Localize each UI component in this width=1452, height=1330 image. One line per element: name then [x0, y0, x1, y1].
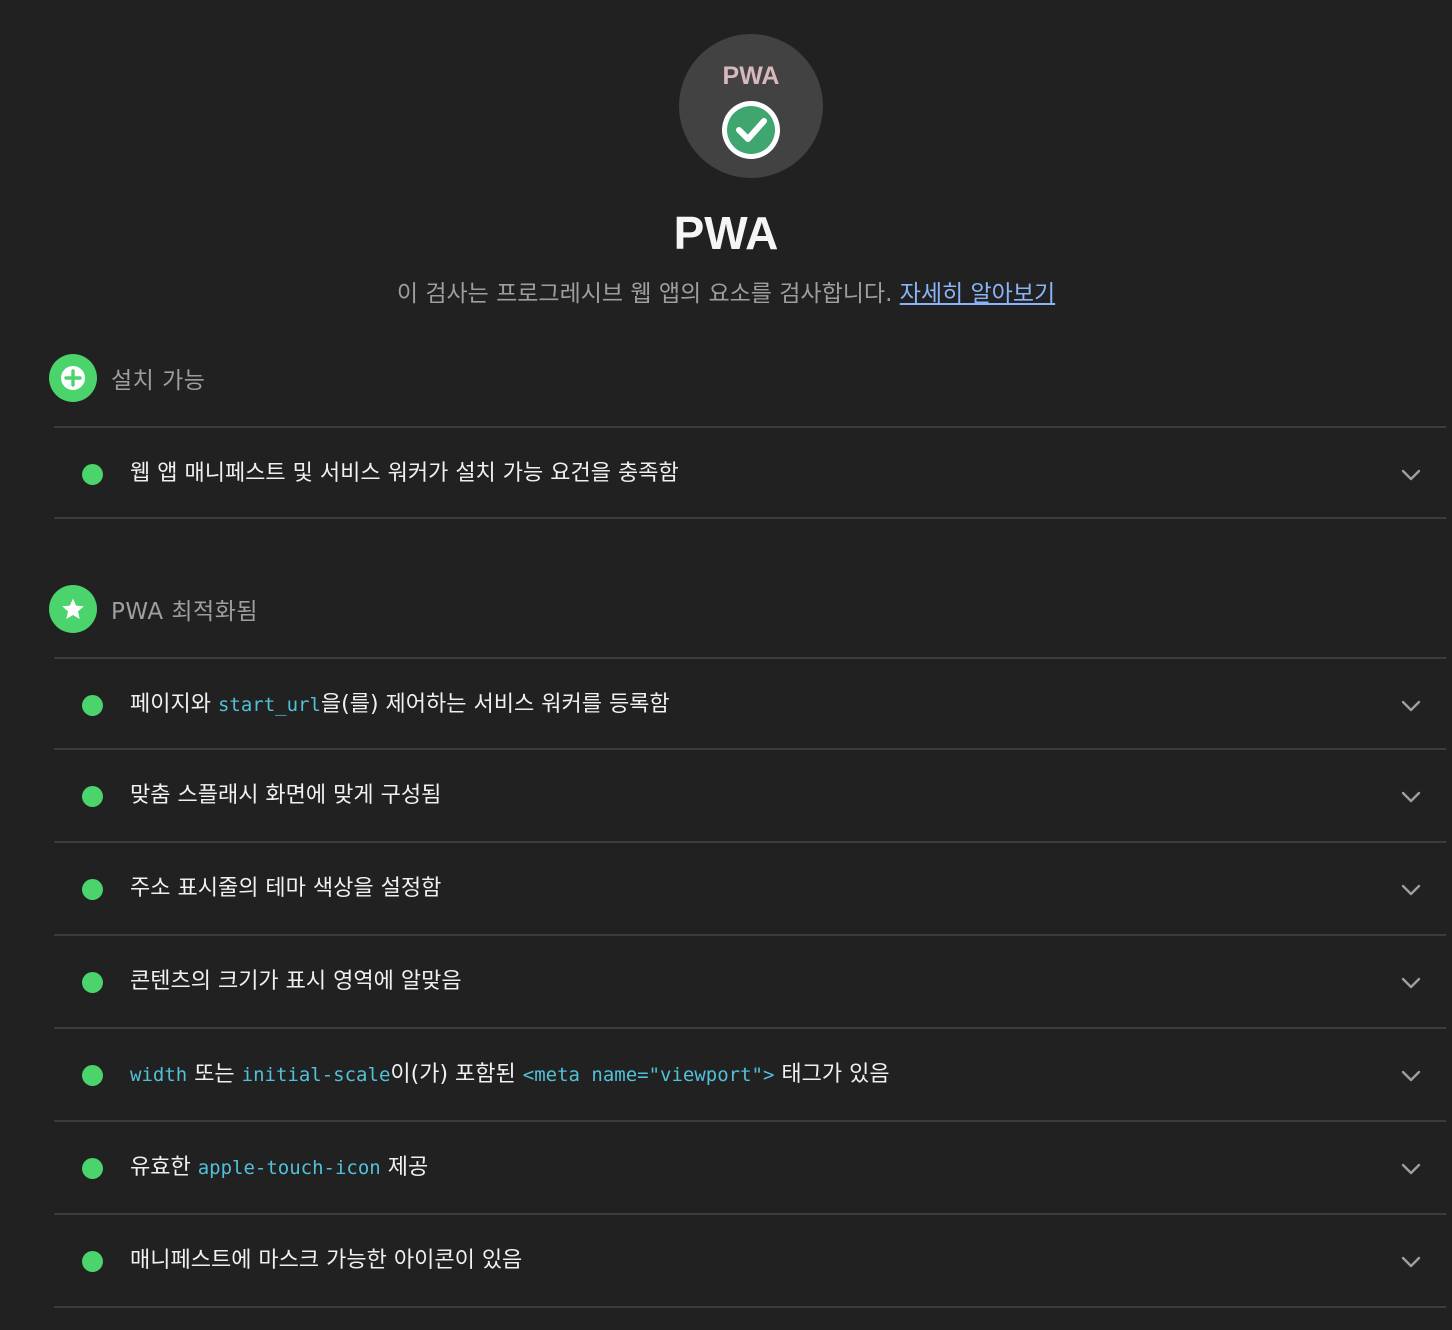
chevron-down-icon[interactable]: [1400, 695, 1422, 717]
audit-title: 주소 표시줄의 테마 색상을 설정함: [130, 876, 442, 901]
pass-indicator: [82, 1158, 103, 1179]
group-title: 설치 가능: [111, 368, 206, 394]
audit-title: 콘텐츠의 크기가 표시 영역에 알맞음: [130, 969, 462, 994]
audit-title: 유효한 apple-touch-icon 제공: [130, 1155, 429, 1180]
plus-circle-icon: [49, 354, 97, 402]
audit-title: 웹 앱 매니페스트 및 서비스 워커가 설치 가능 요건을 충족함: [130, 461, 679, 486]
chevron-down-icon[interactable]: [1400, 1065, 1422, 1087]
chevron-down-icon[interactable]: [1400, 1158, 1422, 1180]
audit-title: 페이지와 start_url을(를) 제어하는 서비스 워커를 등록함: [130, 692, 670, 717]
audit-title: width 또는 initial-scale이(가) 포함된 <meta nam…: [130, 1062, 890, 1087]
audit-row[interactable]: 콘텐츠의 크기가 표시 영역에 알맞음: [54, 936, 1446, 1029]
star-circle-icon: [49, 585, 97, 633]
group-title: PWA 최적화됨: [111, 599, 259, 625]
pass-indicator: [82, 1065, 103, 1086]
pass-indicator: [82, 972, 103, 993]
audit-row[interactable]: 페이지와 start_url을(를) 제어하는 서비스 워커를 등록함: [54, 657, 1446, 750]
chevron-down-icon[interactable]: [1400, 786, 1422, 808]
group-pwa-optimized: PWA 최적화됨: [49, 585, 258, 633]
pass-indicator: [82, 879, 103, 900]
pass-indicator: [82, 464, 103, 485]
chevron-down-icon[interactable]: [1400, 879, 1422, 901]
audit-row[interactable]: width 또는 initial-scale이(가) 포함된 <meta nam…: [54, 1029, 1446, 1122]
audit-row[interactable]: 매니페스트에 마스크 가능한 아이콘이 있음: [54, 1215, 1446, 1308]
check-circle-icon: [727, 106, 775, 154]
pwa-logo-icon: PWA: [722, 62, 780, 159]
chevron-down-icon[interactable]: [1400, 972, 1422, 994]
group-installable: 설치 가능: [49, 354, 205, 402]
audit-row[interactable]: 유효한 apple-touch-icon 제공: [54, 1122, 1446, 1215]
pass-indicator: [82, 695, 103, 716]
audit-title: 맞춤 스플래시 화면에 맞게 구성됨: [130, 783, 442, 808]
pwa-gauge: PWA: [679, 34, 823, 178]
gauge-logo-text: PWA: [723, 62, 780, 90]
audit-row[interactable]: 주소 표시줄의 테마 색상을 설정함: [54, 843, 1446, 936]
learn-more-link[interactable]: 자세히 알아보기: [900, 281, 1055, 307]
pass-indicator: [82, 1251, 103, 1272]
pass-indicator: [82, 786, 103, 807]
category-description: 이 검사는 프로그레시브 웹 앱의 요소를 검사합니다. 자세히 알아보기: [0, 278, 1452, 310]
category-title: PWA: [673, 207, 779, 259]
chevron-down-icon[interactable]: [1400, 464, 1422, 486]
audit-row[interactable]: 웹 앱 매니페스트 및 서비스 워커가 설치 가능 요건을 충족함: [54, 426, 1446, 519]
chevron-down-icon[interactable]: [1400, 1251, 1422, 1273]
audit-row[interactable]: 맞춤 스플래시 화면에 맞게 구성됨: [54, 750, 1446, 843]
description-text: 이 검사는 프로그레시브 웹 앱의 요소를 검사합니다.: [396, 281, 893, 307]
audit-title: 매니페스트에 마스크 가능한 아이콘이 있음: [130, 1248, 523, 1273]
